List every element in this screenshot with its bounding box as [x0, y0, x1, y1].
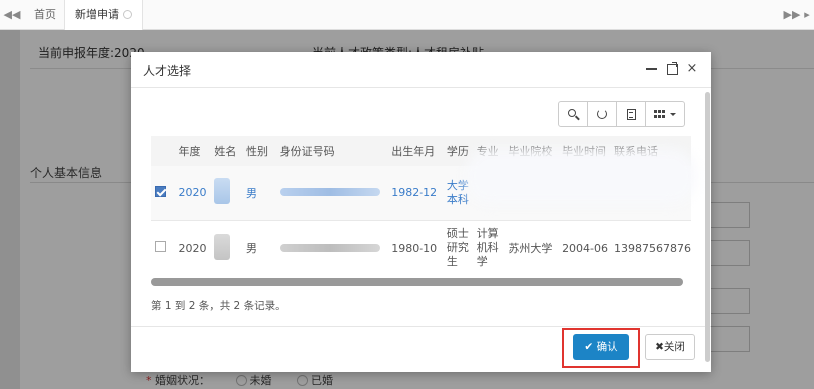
cell-education: 本科 [446, 192, 469, 206]
tab-home[interactable]: 首页 [24, 0, 66, 30]
close-x-icon: ✖ [655, 341, 664, 353]
tab-more-icon[interactable]: ▸ [800, 0, 814, 30]
column-header[interactable]: 姓名 [210, 136, 243, 166]
grid-icon [654, 109, 666, 119]
cell-major: 学 [476, 255, 488, 269]
dialog-header: 人才选择 × [131, 52, 711, 88]
talent-select-dialog: 人才选择 × 年度 姓名 性别 身份证号码 出生年月 学历 2020 男 198… [131, 52, 711, 372]
redacted-name [214, 178, 231, 205]
cell-gender: 男 [242, 219, 276, 276]
cell-education: 生 [446, 255, 458, 269]
columns-dropdown[interactable] [645, 101, 685, 127]
search-icon [568, 109, 576, 117]
refresh-button[interactable] [587, 101, 617, 127]
table-toolbar [558, 101, 685, 127]
close-button[interactable]: ✖关闭 [645, 334, 695, 360]
tab-scroll-left-icon[interactable]: ◀◀ [0, 0, 24, 30]
tab-close-icon[interactable] [123, 10, 132, 19]
redacted-id-number [279, 243, 380, 252]
redacted-name [214, 233, 231, 260]
pagination-info: 第 1 到 2 条，共 2 条记录。 [151, 300, 286, 312]
table-horizontal-scrollbar[interactable] [151, 278, 683, 286]
check-icon: ✔ [584, 341, 594, 353]
header-checkbox-cell [151, 136, 175, 166]
cell-education: 硕士 [446, 227, 469, 241]
tab-bar: ◀◀ 首页 新增申请 ▶▶ ▸ [0, 0, 814, 30]
toggle-view-button[interactable] [616, 101, 646, 127]
cell-school: 苏州大学 [504, 219, 559, 276]
confirm-button[interactable]: ✔ 确认 [573, 334, 629, 360]
redacted-area [466, 148, 696, 204]
close-button-label: 关闭 [663, 341, 685, 353]
confirm-button-label: 确认 [596, 341, 618, 353]
column-header[interactable]: 身份证号码 [275, 136, 388, 166]
list-icon [626, 108, 636, 120]
table-row[interactable]: 2020 男 1980-10 硕士 研究生 计算 机科学 苏州大学 2004-06 … [151, 219, 691, 276]
column-header[interactable]: 出生年月 [387, 136, 443, 166]
minimize-icon[interactable] [645, 61, 659, 77]
cell-birth: 1980-10 [387, 219, 443, 276]
row-checkbox[interactable] [155, 241, 166, 253]
column-header[interactable]: 性别 [242, 136, 276, 166]
tab-new-application[interactable]: 新增申请 [64, 0, 143, 30]
column-header[interactable]: 年度 [174, 136, 211, 166]
cell-major: 计算 [476, 227, 499, 241]
redacted-id-number [279, 188, 380, 197]
cell-year: 2020 [174, 219, 211, 276]
search-button[interactable] [558, 101, 588, 127]
cell-education: 研究 [446, 241, 469, 255]
tab-home-label: 首页 [34, 8, 56, 21]
cell-gender: 男 [242, 166, 276, 220]
cell-phone: 13987567876 [609, 219, 691, 276]
tab-new-application-label: 新增申请 [75, 8, 119, 21]
row-checkbox[interactable] [155, 185, 166, 197]
cell-grad-time: 2004-06 [558, 219, 610, 276]
scrollbar-thumb[interactable] [151, 278, 683, 286]
cell-year: 2020 [174, 166, 211, 220]
dialog-vertical-scrollbar[interactable] [705, 92, 710, 362]
caret-down-icon [670, 112, 676, 116]
close-icon[interactable]: × [685, 61, 699, 77]
cell-birth: 1982-12 [387, 166, 443, 220]
maximize-icon[interactable] [665, 61, 679, 77]
dialog-title: 人才选择 [143, 64, 192, 78]
refresh-icon [597, 109, 607, 119]
cell-major: 机科 [476, 241, 499, 255]
